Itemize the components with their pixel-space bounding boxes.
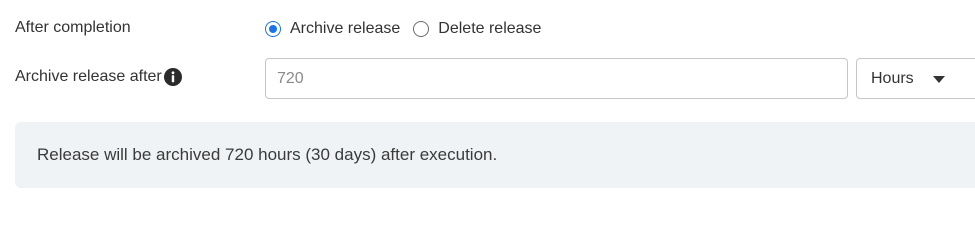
archive-release-after-label: Archive release after [15, 68, 162, 85]
info-icon[interactable] [163, 68, 182, 86]
archive-info-message: Release will be archived 720 hours (30 d… [37, 145, 498, 164]
after-completion-label: After completion [15, 19, 131, 36]
time-unit-select[interactable]: Hours [856, 58, 975, 99]
archive-info-banner: Release will be archived 720 hours (30 d… [15, 122, 975, 188]
delete-release-radio[interactable] [413, 21, 430, 37]
archive-after-input[interactable] [265, 58, 848, 99]
delete-release-option[interactable]: Delete release [413, 20, 541, 38]
archive-release-radio[interactable] [265, 21, 281, 37]
delete-release-label[interactable]: Delete release [438, 20, 541, 38]
completion-radio-group: Archive release Delete release [265, 20, 554, 38]
release-completion-settings: After completion Archive release Delete … [0, 0, 975, 200]
archive-release-after-row: Archive release after [15, 68, 182, 86]
archive-release-option[interactable]: Archive release [265, 20, 400, 38]
caret-down-icon [933, 76, 945, 83]
archive-release-label[interactable]: Archive release [290, 20, 400, 38]
time-unit-selected-value: Hours [871, 69, 914, 87]
